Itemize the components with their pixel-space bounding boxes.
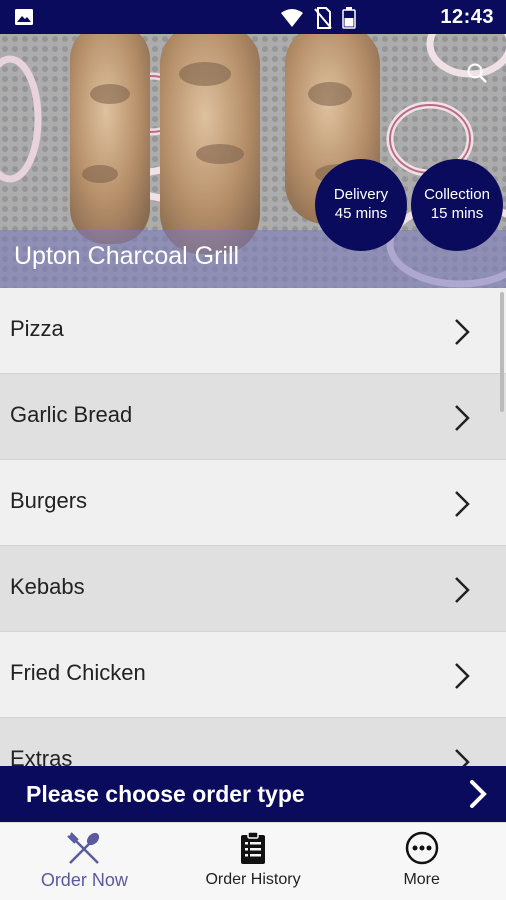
collection-time: 15 mins (430, 205, 484, 222)
tab-order-history[interactable]: Order History (169, 823, 338, 900)
menu-item-kebabs[interactable]: Kebabs (0, 546, 506, 632)
chevron-right-icon (470, 780, 487, 808)
chevron-right-icon (455, 663, 470, 689)
delivery-label: Delivery (333, 186, 389, 203)
fork-knife-icon (67, 832, 100, 864)
restaurant-hero: Upton Charcoal Grill (0, 34, 506, 288)
chevron-right-icon (455, 491, 470, 517)
choose-order-type-button[interactable]: Please choose order type (0, 766, 506, 822)
chevron-right-icon (455, 319, 470, 345)
battery-icon (342, 7, 356, 29)
order-type-label: Please choose order type (26, 781, 305, 807)
tab-order-now[interactable]: Order Now (0, 823, 169, 900)
menu-list[interactable]: Pizza Garlic Bread Burgers Kebabs Fried … (0, 288, 506, 766)
restaurant-name: Upton Charcoal Grill (14, 242, 240, 270)
tab-label: Order Now (40, 870, 128, 890)
scrollbar[interactable] (500, 292, 504, 412)
chevron-right-icon (455, 405, 470, 431)
menu-item-label: Garlic Bread (10, 402, 133, 427)
gallery-icon (15, 9, 33, 25)
clock: 12:43 (440, 6, 494, 28)
clipboard-list-icon (241, 831, 265, 864)
menu-item-garlic-bread[interactable]: Garlic Bread (0, 374, 506, 460)
menu-item-label: Pizza (10, 316, 64, 341)
menu-item-label: Fried Chicken (10, 660, 146, 685)
menu-item-pizza[interactable]: Pizza (0, 288, 506, 374)
menu-item-extras[interactable]: Extras (0, 718, 506, 766)
search-icon[interactable] (466, 62, 488, 84)
menu-item-label: Kebabs (10, 574, 85, 599)
collection-label: Collection (424, 186, 490, 203)
no-sim-icon (314, 7, 332, 29)
more-dots-icon (405, 831, 438, 865)
tab-label: More (403, 871, 440, 888)
chevron-right-icon (455, 749, 470, 766)
delivery-badge[interactable]: Delivery 45 mins (315, 159, 407, 251)
tab-label: Order History (205, 871, 301, 888)
wifi-icon (281, 9, 303, 27)
tab-more[interactable]: More (337, 823, 506, 900)
menu-item-label: Burgers (10, 488, 88, 513)
collection-badge[interactable]: Collection 15 mins (411, 159, 503, 251)
menu-item-label: Extras (10, 746, 73, 766)
chevron-right-icon (455, 577, 470, 603)
bottom-nav: Order Now Order History More (0, 822, 506, 900)
menu-item-fried-chicken[interactable]: Fried Chicken (0, 632, 506, 718)
delivery-time: 45 mins (334, 205, 388, 222)
menu-item-burgers[interactable]: Burgers (0, 460, 506, 546)
status-bar: 12:43 (0, 0, 506, 34)
